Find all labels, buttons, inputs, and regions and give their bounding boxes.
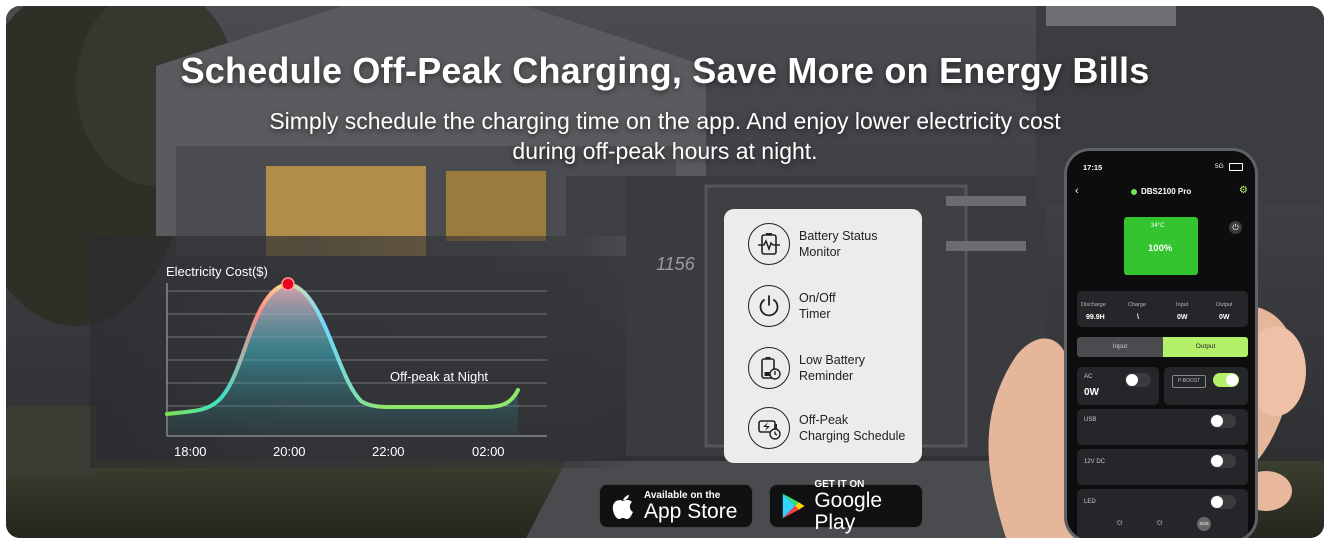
phone-time: 17:15 bbox=[1083, 163, 1103, 172]
feature-label-line1: Low Battery bbox=[799, 353, 866, 367]
battery-temp: 34°C bbox=[1151, 223, 1165, 229]
feature-label-line2: Reminder bbox=[799, 369, 854, 383]
stat-value: 99.9H bbox=[1086, 314, 1105, 321]
promo-banner: 1156 Schedule Off-Peak Charging, Save Mo… bbox=[6, 6, 1324, 538]
x-tick-22: 22:00 bbox=[372, 444, 405, 459]
tab-output[interactable]: Output bbox=[1163, 337, 1248, 357]
phone-signal: 5G bbox=[1215, 163, 1224, 170]
back-chevron-icon[interactable]: ‹ bbox=[1075, 185, 1079, 197]
power-button-icon[interactable]: ⏻ bbox=[1229, 221, 1242, 234]
app-store-badge[interactable]: Available on the App Store bbox=[599, 484, 753, 528]
charge-schedule-icon bbox=[748, 407, 790, 449]
feature-label-line1: On/Off bbox=[799, 291, 836, 305]
stats-tile bbox=[1077, 291, 1248, 327]
ac-toggle[interactable] bbox=[1125, 373, 1151, 387]
stat-label: Input bbox=[1176, 302, 1189, 308]
stat-label: Discharge bbox=[1081, 302, 1106, 308]
appstore-big-text: App Store bbox=[644, 499, 738, 523]
google-play-icon bbox=[782, 493, 805, 519]
stat-label: Output bbox=[1216, 302, 1233, 308]
led-label: LED bbox=[1084, 499, 1096, 505]
usb-label: USB bbox=[1084, 417, 1097, 423]
feature-label-line2: Monitor bbox=[799, 245, 841, 259]
usb-toggle[interactable] bbox=[1210, 414, 1236, 428]
google-play-badge[interactable]: GET IT ON Google Play bbox=[769, 479, 923, 533]
peak-marker bbox=[281, 277, 295, 291]
feature-label-line1: Battery Status bbox=[799, 229, 878, 243]
phone-battery-icon bbox=[1229, 163, 1243, 171]
x-tick-18: 18:00 bbox=[174, 444, 207, 459]
ac-label: AC bbox=[1084, 374, 1093, 380]
ac-value: 0W bbox=[1084, 387, 1099, 398]
dc-toggle[interactable] bbox=[1210, 454, 1236, 468]
feature-label-line2: Charging Schedule bbox=[799, 429, 906, 443]
gear-icon[interactable]: ⚙ bbox=[1239, 185, 1248, 196]
stat-value: 0W bbox=[1177, 314, 1188, 321]
led-sos-button[interactable]: SOS bbox=[1197, 517, 1211, 531]
led-high-bulb-icon[interactable]: ☼ bbox=[1155, 517, 1164, 528]
feature-label-line2: Timer bbox=[799, 307, 831, 321]
led-low-bulb-icon[interactable]: ☼ bbox=[1115, 517, 1124, 528]
battery-percent: 100% bbox=[1148, 243, 1173, 254]
pboost-label: P-BOOST bbox=[1172, 375, 1206, 388]
apple-icon bbox=[612, 495, 633, 519]
stat-label: Charge bbox=[1128, 302, 1147, 308]
googleplay-small-text: GET IT ON bbox=[814, 478, 865, 490]
device-name: DBS2100 Pro bbox=[1141, 187, 1192, 196]
feature-card: Battery Status Monitor On/Off Timer Low Ba… bbox=[724, 209, 922, 463]
low-battery-icon bbox=[748, 347, 790, 389]
phone-mockup: 17:15 5G ‹ DBS2100 Pro ⚙ 34°C 100% ⏻ Dis… bbox=[1064, 148, 1258, 538]
feature-battery-status: Battery Status Monitor bbox=[748, 221, 919, 267]
stat-value: 0W bbox=[1219, 314, 1230, 321]
feature-onoff-timer: On/Off Timer bbox=[748, 283, 919, 329]
led-toggle[interactable] bbox=[1210, 495, 1236, 509]
pboost-toggle[interactable] bbox=[1213, 373, 1239, 387]
feature-low-battery: Low Battery Reminder bbox=[748, 345, 919, 391]
x-tick-02: 02:00 bbox=[472, 444, 505, 459]
stat-value: \ bbox=[1137, 314, 1139, 321]
off-peak-annotation: Off-peak at Night bbox=[390, 369, 488, 384]
appstore-small-text: Available on the bbox=[644, 489, 721, 501]
googleplay-big-text: Google Play bbox=[814, 488, 883, 534]
feature-label-line1: Off-Peak bbox=[799, 413, 849, 427]
battery-pulse-icon bbox=[748, 223, 790, 265]
tab-input[interactable]: Input bbox=[1077, 337, 1163, 357]
feature-offpeak-schedule: Off-Peak Charging Schedule bbox=[748, 405, 919, 451]
x-tick-20: 20:00 bbox=[273, 444, 306, 459]
dc-label: 12V DC bbox=[1084, 459, 1106, 465]
power-icon bbox=[748, 285, 790, 327]
device-status-dot bbox=[1131, 189, 1137, 195]
